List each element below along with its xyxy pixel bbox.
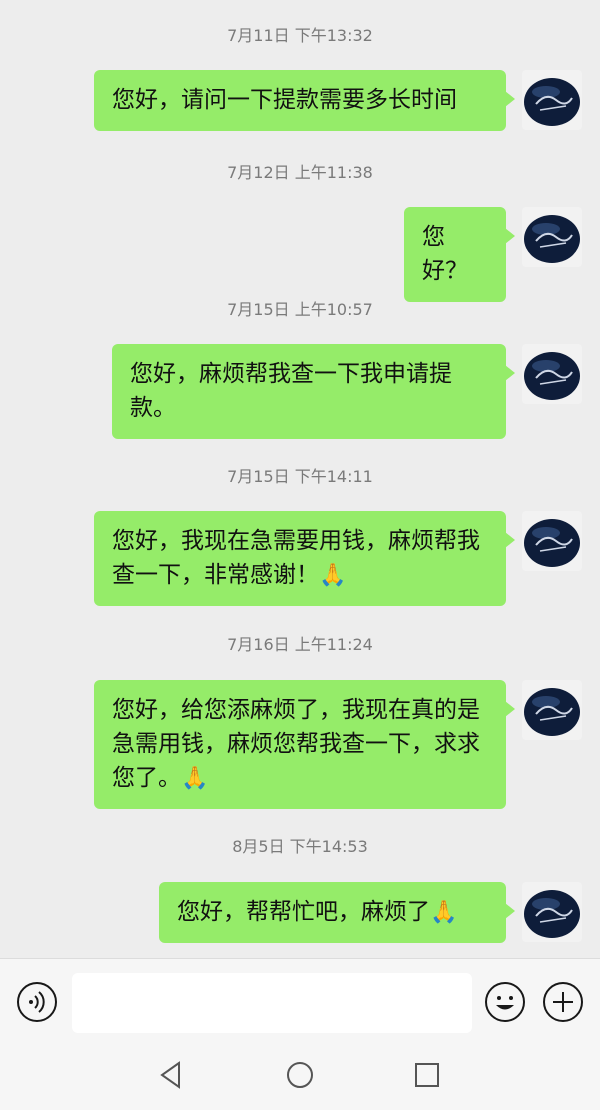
nav-back-icon[interactable] xyxy=(155,1058,189,1092)
avatar[interactable] xyxy=(522,511,582,571)
message-text: 您好，麻烦帮我查一下我申请提款。 xyxy=(130,361,452,421)
message-text: 您好，请问一下提款需要多长时间 xyxy=(112,87,457,113)
avatar[interactable] xyxy=(522,207,582,267)
avatar[interactable] xyxy=(522,344,582,404)
plus-icon[interactable] xyxy=(542,981,584,1023)
message-bubble[interactable]: 您好，给您添麻烦了，我现在真的是急需用钱，麻烦您帮我查一下，求求您了。🙏 xyxy=(94,680,515,809)
voice-icon[interactable] xyxy=(16,981,58,1023)
timestamp: 8月5日 下午14:53 xyxy=(232,837,368,856)
timestamp: 7月16日 上午11:24 xyxy=(227,635,373,654)
emoji-icon: 🙏 xyxy=(181,766,209,791)
nav-home-icon[interactable] xyxy=(283,1058,317,1092)
timestamp: 7月15日 下午14:11 xyxy=(227,467,373,486)
chat-area[interactable]: 7月11日 下午13:32 您好，请问一下提款需要多长时间 7月12日 上午11… xyxy=(0,0,600,958)
emoji-icon: 🙏 xyxy=(430,900,458,925)
message-text: 您好？ xyxy=(422,224,468,284)
timestamp: 7月11日 下午13:32 xyxy=(227,26,373,45)
avatar[interactable] xyxy=(522,680,582,740)
emoji-icon[interactable] xyxy=(484,981,526,1023)
message-text: 您好，帮帮忙吧，麻烦了 xyxy=(177,899,430,925)
avatar[interactable] xyxy=(522,882,582,942)
timestamp: 7月12日 上午11:38 xyxy=(227,163,373,182)
message-bubble[interactable]: 您好，我现在急需要用钱，麻烦帮我查一下，非常感谢！🙏 xyxy=(94,511,515,606)
message-text: 您好，我现在急需要用钱，麻烦帮我查一下，非常感谢！ xyxy=(112,528,480,588)
emoji-icon: 🙏 xyxy=(319,563,347,588)
message-bubble[interactable]: 您好，请问一下提款需要多长时间 xyxy=(94,70,515,131)
message-input[interactable] xyxy=(72,973,472,1033)
timestamp: 7月15日 上午10:57 xyxy=(227,300,373,319)
input-bar xyxy=(0,958,600,1042)
message-bubble[interactable]: 您好？ xyxy=(404,207,515,302)
avatar[interactable] xyxy=(522,70,582,130)
message-bubble[interactable]: 您好，帮帮忙吧，麻烦了🙏 xyxy=(159,882,515,943)
nav-recent-icon[interactable] xyxy=(410,1058,444,1092)
message-text: 您好，给您添麻烦了，我现在真的是急需用钱，麻烦您帮我查一下，求求您了。 xyxy=(112,697,480,791)
system-navigation-bar xyxy=(0,1042,600,1110)
message-bubble[interactable]: 您好，麻烦帮我查一下我申请提款。 xyxy=(112,344,515,439)
